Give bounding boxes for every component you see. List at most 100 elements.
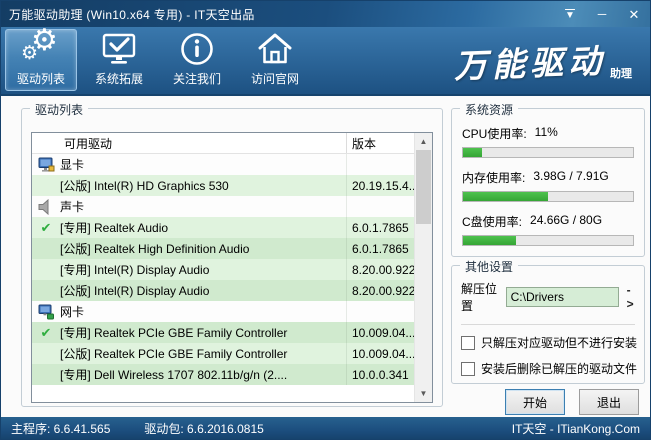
driver-name: [公版] Realtek PCIe GBE Family Controller xyxy=(60,347,288,361)
exit-button[interactable]: 退出 xyxy=(579,389,639,415)
skin-menu-button[interactable]: ▼ xyxy=(562,8,578,21)
stat-value: 24.66G / 80G xyxy=(530,213,603,227)
driver-row[interactable]: [公版] Intel(R) Display Audio 8.20.00.922 xyxy=(32,280,414,301)
app-window: 万能驱动助理 (Win10.x64 专用) - IT天空出品 ▼ ─ ✕ ⚙ ⚙ … xyxy=(0,0,651,440)
resource-stat: C盘使用率: 24.66G / 80G xyxy=(462,213,634,246)
driver-name: [专用] Realtek PCIe GBE Family Controller xyxy=(60,326,288,340)
other-settings-group: 其他设置 解压位置 -> 只解压对应驱动但不进行安装安装后删除已解压的驱动文件 xyxy=(451,258,645,384)
checkbox-icon xyxy=(461,335,475,350)
category-row[interactable]: 显卡 xyxy=(32,154,414,175)
category-row[interactable]: 网卡 xyxy=(32,301,414,322)
driver-name: [公版] Realtek High Definition Audio xyxy=(60,242,250,256)
column-header-version[interactable]: 版本 xyxy=(346,133,414,153)
driver-row[interactable]: [公版] Intel(R) HD Graphics 530 20.19.15.4.… xyxy=(32,175,414,196)
speaker-icon xyxy=(32,196,60,217)
settings-checkboxes: 只解压对应驱动但不进行安装 安装后删除已解压的驱动文件 xyxy=(461,334,638,377)
driver-name: [公版] Intel(R) HD Graphics 530 xyxy=(60,179,229,193)
row-icon-placeholder xyxy=(32,343,60,364)
driver-name: [专用] Intel(R) Display Audio xyxy=(60,263,210,277)
row-icon-placeholder xyxy=(32,280,60,301)
separator xyxy=(461,324,635,325)
scroll-up-icon[interactable]: ▲ xyxy=(415,133,432,150)
title-bar: 万能驱动助理 (Win10.x64 专用) - IT天空出品 ▼ ─ ✕ xyxy=(1,1,650,27)
driver-name: [公版] Intel(R) Display Audio xyxy=(60,284,210,298)
driver-version: 6.0.1.7865 xyxy=(346,238,414,259)
driver-version: 10.009.04... xyxy=(346,322,414,343)
site-link[interactable]: IT天空 - ITianKong.Com xyxy=(512,420,640,437)
info-circle-icon xyxy=(179,30,215,67)
checkbox-icon xyxy=(461,361,475,376)
settings-checkbox[interactable]: 安装后删除已解压的驱动文件 xyxy=(461,360,638,377)
toolbar-button-driver-list[interactable]: ⚙ ⚙ 驱动列表 xyxy=(5,24,77,91)
stat-label: C盘使用率: xyxy=(462,215,523,229)
driver-row[interactable]: [专用] Intel(R) Display Audio 8.20.00.922 xyxy=(32,259,414,280)
start-button[interactable]: 开始 xyxy=(505,389,565,415)
row-icon-placeholder xyxy=(32,259,60,280)
progress-bar xyxy=(462,147,634,158)
scrollbar-thumb[interactable] xyxy=(416,150,431,224)
progress-bar xyxy=(462,191,634,202)
driver-version: 8.20.00.922 xyxy=(346,280,414,301)
system-stats: CPU使用率: 11% 内存使用率: 3.98G / 7.91G C盘使用率: 24.66… xyxy=(452,109,644,246)
driver-version: 10.009.04... xyxy=(346,343,414,364)
driver-version xyxy=(346,301,414,322)
driver-list-group-title: 驱动列表 xyxy=(30,101,89,118)
gears-icon: ⚙ ⚙ xyxy=(21,24,58,64)
driver-name: 网卡 xyxy=(60,305,85,319)
driver-version: 10.0.0.341 xyxy=(346,364,414,385)
home-icon xyxy=(256,30,294,67)
driver-row[interactable]: [公版] Realtek High Definition Audio 6.0.1.… xyxy=(32,238,414,259)
minimize-button[interactable]: ─ xyxy=(594,8,610,20)
brand-logo-sub: 助理 xyxy=(610,68,632,80)
driver-version: 8.20.00.922 xyxy=(346,259,414,280)
main-content: 驱动列表 可用驱动 版本 显卡 [公版] Intel(R) HD Graphics… xyxy=(1,96,650,415)
driver-version: 6.0.1.7865 xyxy=(346,217,414,238)
selected-check-icon: ✔ xyxy=(40,219,52,235)
toolbar-button-label: 系统拓展 xyxy=(94,72,143,86)
stat-value: 11% xyxy=(534,125,558,139)
main-program-version: 主程序: 6.6.41.565 xyxy=(11,421,111,436)
stat-label: 内存使用率: xyxy=(462,171,526,185)
toolbar: ⚙ ⚙ 驱动列表 系统拓展 关注我们 访问官网 万能驱动 助理 xyxy=(1,24,650,96)
brand-logo: 万能驱动 助理 xyxy=(453,37,632,85)
toolbar-button-follow-us[interactable]: 关注我们 xyxy=(161,29,233,91)
toolbar-button-system-extension[interactable]: 系统拓展 xyxy=(83,29,155,91)
category-row[interactable]: 声卡 xyxy=(32,196,414,217)
driver-version: 20.19.15.4... xyxy=(346,175,414,196)
checkbox-label: 安装后删除已解压的驱动文件 xyxy=(481,362,638,376)
toolbar-button-official-site[interactable]: 访问官网 xyxy=(239,29,311,91)
extract-path-input[interactable] xyxy=(505,287,619,307)
browse-path-button[interactable]: -> xyxy=(627,283,635,311)
driver-table: 可用驱动 版本 显卡 [公版] Intel(R) HD Graphics 530 2… xyxy=(31,132,433,403)
resource-stat: CPU使用率: 11% xyxy=(462,125,634,158)
vertical-scrollbar[interactable]: ▲ ▼ xyxy=(414,133,432,402)
settings-checkbox[interactable]: 只解压对应驱动但不进行安装 xyxy=(461,334,638,351)
toolbar-button-label: 驱动列表 xyxy=(16,72,65,86)
driver-name: [专用] Dell Wireless 1707 802.11b/g/n (2..… xyxy=(60,368,288,382)
driver-name: 显卡 xyxy=(60,158,85,172)
driver-pack-version: 驱动包: 6.6.2016.0815 xyxy=(144,421,264,436)
selected-check-icon: ✔ xyxy=(40,324,52,340)
driver-row[interactable]: [专用] Dell Wireless 1707 802.11b/g/n (2..… xyxy=(32,364,414,385)
skin-menu-icon: ▼ xyxy=(565,9,575,21)
extract-location-label: 解压位置 xyxy=(461,282,498,313)
driver-row[interactable]: [公版] Realtek PCIe GBE Family Controller 1… xyxy=(32,343,414,364)
checkbox-label: 只解压对应驱动但不进行安装 xyxy=(481,336,638,350)
resource-stat: 内存使用率: 3.98G / 7.91G xyxy=(462,169,634,202)
driver-table-header: 可用驱动 版本 xyxy=(32,133,414,154)
close-button[interactable]: ✕ xyxy=(626,8,642,21)
driver-version xyxy=(346,154,414,175)
column-header-available-drivers[interactable]: 可用驱动 xyxy=(32,135,346,152)
driver-row[interactable]: ✔ [专用] Realtek Audio 6.0.1.7865 xyxy=(32,217,414,238)
system-resources-group: 系统资源 CPU使用率: 11% 内存使用率: 3.98G / 7.91G C盘使用率:… xyxy=(451,101,645,257)
system-resources-group-title: 系统资源 xyxy=(460,101,519,118)
system-monitor-check-icon xyxy=(101,30,137,67)
display-adapter-icon xyxy=(32,154,60,175)
stat-label: CPU使用率: xyxy=(462,127,527,141)
driver-rows: 显卡 [公版] Intel(R) HD Graphics 530 20.19.15.… xyxy=(32,154,414,385)
status-bar: 主程序: 6.6.41.565 驱动包: 6.6.2016.0815 IT天空 … xyxy=(1,417,650,439)
scroll-down-icon[interactable]: ▼ xyxy=(415,385,432,402)
driver-row[interactable]: ✔ [专用] Realtek PCIe GBE Family Controller… xyxy=(32,322,414,343)
driver-name: [专用] Realtek Audio xyxy=(60,221,169,235)
stat-value: 3.98G / 7.91G xyxy=(533,169,609,183)
